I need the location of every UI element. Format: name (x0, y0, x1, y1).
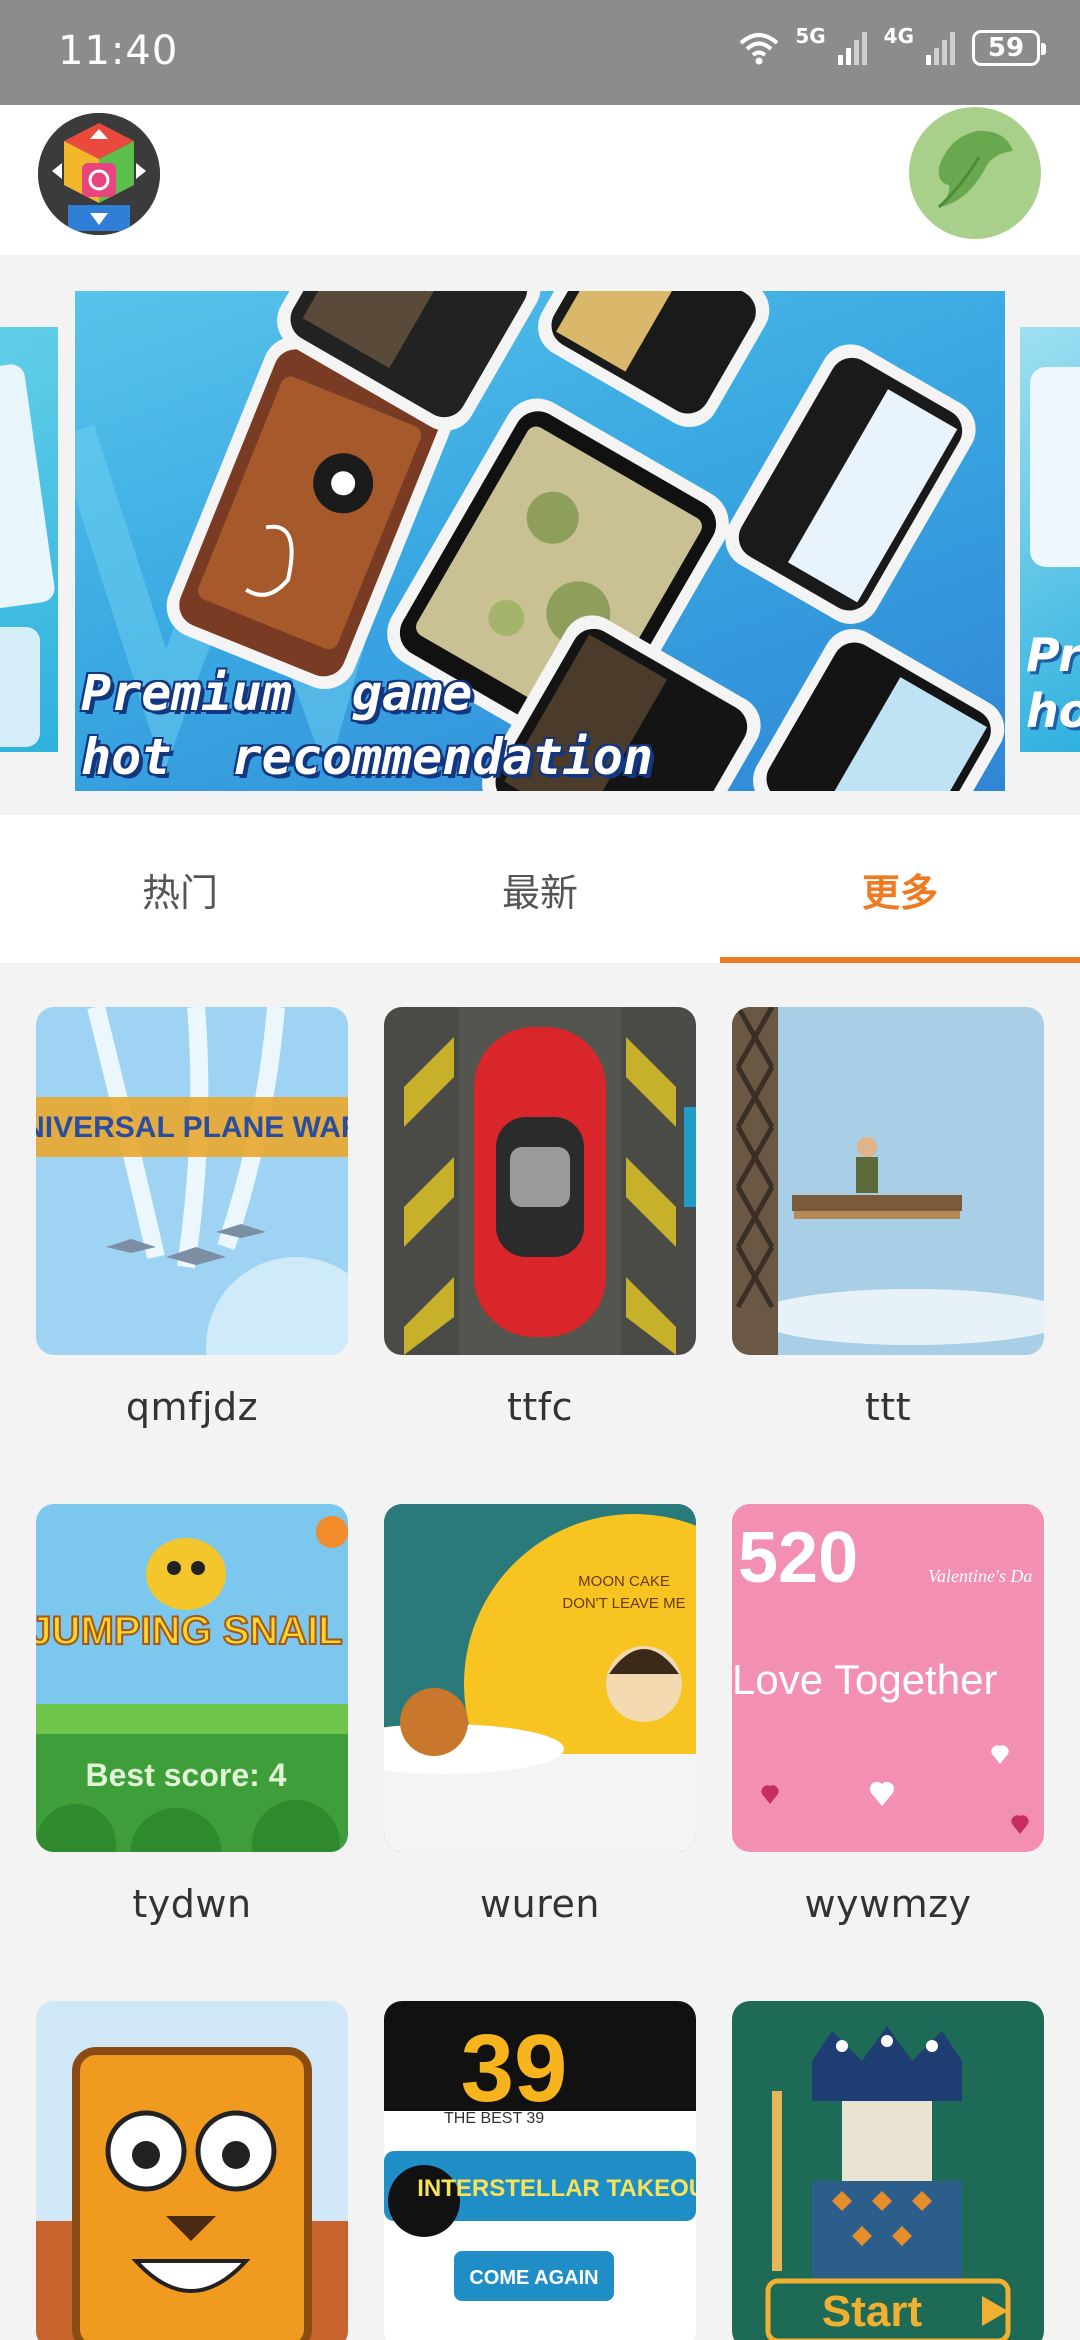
game-thumbnail[interactable]: 39 THE BEST 39 INTERSTELLAR TAKEOUT COME… (384, 2001, 696, 2340)
banner-title-line2: hot recommendation (81, 728, 653, 786)
game-thumb-title: MOON CAKE (578, 1573, 670, 1590)
battery-level: 59 (987, 33, 1025, 63)
game-title: tydwn (132, 1882, 252, 1926)
game-thumb-subtitle: DON'T LEAVE ME (562, 1595, 685, 1612)
game-thumb-subtitle: Love Together (732, 1656, 997, 1703)
signal-5g-label: 5G (795, 24, 826, 48)
tab-hot[interactable]: 热门 (0, 815, 360, 963)
game-thumbnail[interactable]: MOON CAKE DON'T LEAVE ME (384, 1504, 696, 1852)
game-title: qmfjdz (125, 1385, 259, 1429)
banner-carousel[interactable]: Premium game hot recommendation Prho (0, 255, 1080, 815)
game-thumb-score: Best score: 4 (86, 1757, 287, 1793)
game-thumb-button: COME AGAIN (469, 2267, 598, 2289)
game-thumbnail[interactable]: Start (732, 2001, 1044, 2340)
game-tile-ttfc[interactable]: ttfc (384, 1007, 696, 1429)
game-thumb-title: UNIVERSAL PLANE WARS (36, 1111, 348, 1144)
game-tile-ttt[interactable]: ttt (732, 1007, 1044, 1429)
banner-slide[interactable]: Premium game hot recommendation (75, 291, 1005, 791)
signal-5g-icon (837, 32, 867, 65)
game-thumb-extra: Valentine's Da (928, 1566, 1032, 1586)
game-thumb-title: INTERSTELLAR TAKEOUT (417, 2175, 696, 2202)
status-time: 11:40 (58, 28, 179, 74)
game-thumb-title: JUMPING SNAIL (36, 1609, 343, 1653)
next-slide-title-line2: ho (1026, 684, 1080, 738)
game-title: ttt (864, 1385, 912, 1429)
game-tile-wywmzy[interactable]: 520 Valentine's Da Love Together wywmzy (732, 1504, 1044, 1926)
game-thumbnail[interactable] (384, 1007, 696, 1355)
tab-hot-label: 热门 (141, 870, 218, 915)
signal-4g-label: 4G (883, 24, 914, 48)
banner-next-slide[interactable]: Prho (1020, 327, 1080, 752)
next-slide-title: Prho (1026, 627, 1080, 739)
game-tile-wuren[interactable]: MOON CAKE DON'T LEAVE ME wuren (384, 1504, 696, 1926)
banner-title: Premium game hot recommendation (81, 661, 653, 789)
game-thumbnail[interactable] (732, 1007, 1044, 1355)
tab-latest[interactable]: 最新 (360, 815, 720, 963)
game-thumbnail[interactable]: JUMPING SNAIL Best score: 4 (36, 1504, 348, 1852)
tab-latest-label: 最新 (501, 870, 578, 915)
game-tile-tiger[interactable] (36, 2001, 348, 2340)
banner-prev-slide[interactable] (0, 327, 58, 752)
wifi-icon (739, 33, 779, 65)
status-bar: 11:40 5G 4G 59 (0, 0, 1080, 105)
ginkgo-leaf-icon[interactable] (909, 107, 1041, 239)
game-grid: UNIVERSAL PLANE WARS qmfjdz (0, 963, 1080, 2340)
game-thumb-number: 39 (461, 2015, 568, 2122)
game-thumbnail[interactable] (36, 2001, 348, 2340)
game-thumbnail[interactable]: 520 Valentine's Da Love Together (732, 1504, 1044, 1852)
game-thumbnail[interactable]: UNIVERSAL PLANE WARS (36, 1007, 348, 1355)
app-header (0, 105, 1080, 255)
signal-4g-icon (926, 32, 955, 65)
game-thumb-number: 520 (738, 1518, 858, 1598)
tab-more[interactable]: 更多 (720, 815, 1080, 963)
battery-icon: 59 (972, 30, 1046, 66)
game-tile-tydwn[interactable]: JUMPING SNAIL Best score: 4 tydwn (36, 1504, 348, 1926)
game-title: ttfc (506, 1385, 574, 1429)
game-title: wuren (480, 1882, 600, 1926)
category-tabs: 热门 最新 更多 (0, 815, 1080, 963)
game-title: wywmzy (804, 1882, 972, 1926)
game-tile-qmfjdz[interactable]: UNIVERSAL PLANE WARS qmfjdz (36, 1007, 348, 1429)
game-tile-interstellar-takeout[interactable]: 39 THE BEST 39 INTERSTELLAR TAKEOUT COME… (384, 2001, 696, 2340)
banner-title-line1: Premium game (81, 664, 473, 722)
game-cube-logo-icon[interactable] (38, 113, 160, 235)
game-thumb-best: THE BEST 39 (444, 2110, 544, 2127)
status-icons: 5G 4G 59 (739, 24, 1046, 66)
next-slide-title-line1: Pr (1026, 628, 1080, 682)
game-thumb-start: Start (822, 2287, 923, 2336)
tab-more-label: 更多 (861, 870, 938, 915)
game-tile-king-start[interactable]: Start (732, 2001, 1044, 2340)
